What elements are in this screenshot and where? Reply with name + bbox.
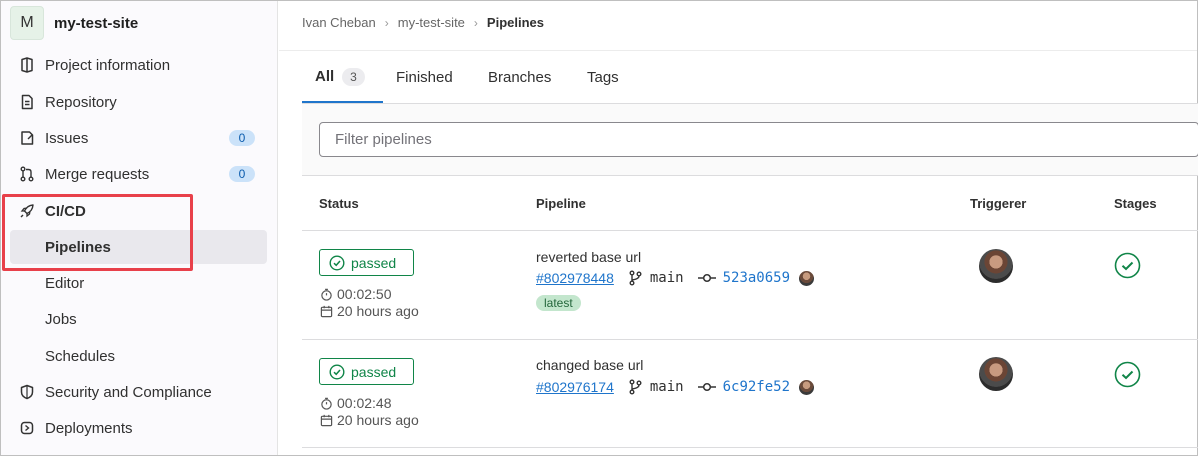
branch-name[interactable]: main: [650, 270, 684, 286]
duration: 00:02:48: [320, 395, 392, 411]
latest-badge: latest: [536, 295, 581, 311]
breadcrumb-separator: ›: [473, 15, 478, 30]
commit-author-avatar[interactable]: [799, 379, 815, 395]
pipeline-meta: #802976174 main 6c92fe52: [536, 379, 815, 395]
project-name: my-test-site: [54, 14, 139, 32]
pipeline-tabs: All 3 Finished Branches Tags: [302, 52, 1198, 104]
sidebar-item-cicd[interactable]: CI/CD: [10, 194, 267, 228]
triggerer-avatar[interactable]: [979, 357, 1013, 391]
project-header[interactable]: M my-test-site: [10, 6, 138, 40]
tab-label: Branches: [488, 69, 552, 86]
pipeline-id-link[interactable]: #802976174: [536, 379, 614, 395]
commit-icon: [697, 273, 716, 283]
tab-count-badge: 3: [342, 67, 365, 86]
pipeline-meta: #802978448 main 523a0659: [536, 270, 815, 286]
column-header-status: Status: [319, 196, 359, 211]
tab-label: Finished: [396, 69, 453, 86]
row-divider: [302, 230, 1198, 231]
shield-icon: [18, 383, 36, 401]
sidebar-item-editor[interactable]: Editor: [10, 266, 267, 300]
calendar-icon: [320, 305, 333, 317]
tab-label: All: [315, 68, 335, 85]
sidebar-item-repository[interactable]: Repository: [10, 85, 267, 119]
status-label: passed: [351, 254, 397, 271]
breadcrumb-item-project[interactable]: my-test-site: [398, 15, 465, 30]
breadcrumb: Ivan Cheban › my-test-site › Pipelines: [302, 15, 544, 30]
filter-bar: Filter pipelines: [302, 104, 1198, 176]
status-label: passed: [351, 363, 397, 380]
duration-value: 00:02:50: [337, 286, 392, 302]
status-badge[interactable]: passed: [319, 358, 414, 385]
sidebar-item-label: CI/CD: [45, 202, 86, 220]
status-success-icon: [329, 363, 345, 380]
finished-time: 20 hours ago: [320, 303, 419, 319]
tab-tags[interactable]: Tags: [587, 52, 619, 103]
sidebar-item-jobs[interactable]: Jobs: [10, 302, 267, 336]
branch-icon: [629, 270, 642, 286]
stage-passed-icon[interactable]: [1114, 361, 1141, 388]
sidebar-item-label: Schedules: [45, 347, 116, 365]
duration: 00:02:50: [320, 286, 392, 302]
status-badge[interactable]: passed: [319, 249, 414, 276]
repository-icon: [18, 93, 36, 111]
tab-finished[interactable]: Finished: [396, 52, 453, 103]
commit-author-avatar[interactable]: [799, 270, 815, 286]
finished-value: 20 hours ago: [337, 303, 419, 319]
project-avatar: M: [10, 6, 44, 40]
column-header-stages: Stages: [1114, 196, 1157, 211]
deployments-icon: [18, 419, 36, 437]
sidebar-item-issues[interactable]: Issues 0: [10, 121, 267, 155]
pipeline-title[interactable]: reverted base url: [536, 249, 641, 265]
calendar-icon: [320, 414, 333, 426]
sidebar-item-label: Issues: [45, 129, 89, 147]
issues-icon: [18, 129, 36, 147]
breadcrumb-item-current[interactable]: Pipelines: [487, 15, 544, 30]
sidebar-item-label: Deployments: [45, 419, 133, 437]
pipeline-title[interactable]: changed base url: [536, 357, 643, 373]
commit-sha-link[interactable]: 6c92fe52: [723, 379, 790, 395]
tab-branches[interactable]: Branches: [488, 52, 551, 103]
sidebar-item-label: Merge requests: [45, 165, 150, 183]
tab-all[interactable]: All 3: [302, 52, 383, 103]
sidebar-item-schedules[interactable]: Schedules: [10, 339, 267, 373]
issues-count-badge: 0: [229, 130, 255, 146]
commit-icon: [697, 382, 716, 392]
column-header-pipeline: Pipeline: [536, 196, 586, 211]
triggerer-avatar[interactable]: [979, 249, 1013, 283]
sidebar-item-security-compliance[interactable]: Security and Compliance: [10, 375, 267, 409]
sidebar-item-project-information[interactable]: Project information: [10, 48, 267, 82]
sidebar-item-label: Jobs: [45, 310, 77, 328]
branch-icon: [629, 379, 642, 395]
row-divider: [302, 339, 1198, 340]
sidebar-item-merge-requests[interactable]: Merge requests 0: [10, 157, 267, 191]
sidebar-item-label: Editor: [45, 274, 85, 292]
stage-passed-icon[interactable]: [1114, 252, 1141, 279]
status-success-icon: [329, 254, 345, 271]
timer-icon: [321, 397, 332, 410]
merge-requests-count-badge: 0: [229, 166, 255, 182]
pipeline-id-link[interactable]: #802978448: [536, 270, 614, 286]
breadcrumb-separator: ›: [384, 15, 389, 30]
sidebar-item-label: Project information: [45, 56, 171, 74]
commit-sha-link[interactable]: 523a0659: [723, 270, 790, 286]
sidebar-item-label: Repository: [45, 93, 117, 111]
finished-value: 20 hours ago: [337, 412, 419, 428]
finished-time: 20 hours ago: [320, 412, 419, 428]
sidebar-item-label: Security and Compliance: [45, 383, 212, 401]
breadcrumb-item-user[interactable]: Ivan Cheban: [302, 15, 376, 30]
rocket-icon: [18, 202, 36, 220]
row-divider: [302, 447, 1198, 448]
duration-value: 00:02:48: [337, 395, 392, 411]
branch-name[interactable]: main: [650, 379, 684, 395]
sidebar-item-pipelines[interactable]: Pipelines: [10, 230, 267, 264]
sidebar-item-deployments[interactable]: Deployments: [10, 411, 267, 445]
column-header-triggerer: Triggerer: [970, 196, 1027, 211]
tab-label: Tags: [587, 69, 619, 86]
header-divider: [279, 50, 1197, 51]
filter-pipelines-input[interactable]: Filter pipelines: [319, 122, 1198, 157]
timer-icon: [321, 288, 332, 301]
sidebar-item-label: Pipelines: [45, 238, 111, 256]
merge-request-icon: [18, 165, 36, 183]
project-info-icon: [18, 56, 36, 74]
